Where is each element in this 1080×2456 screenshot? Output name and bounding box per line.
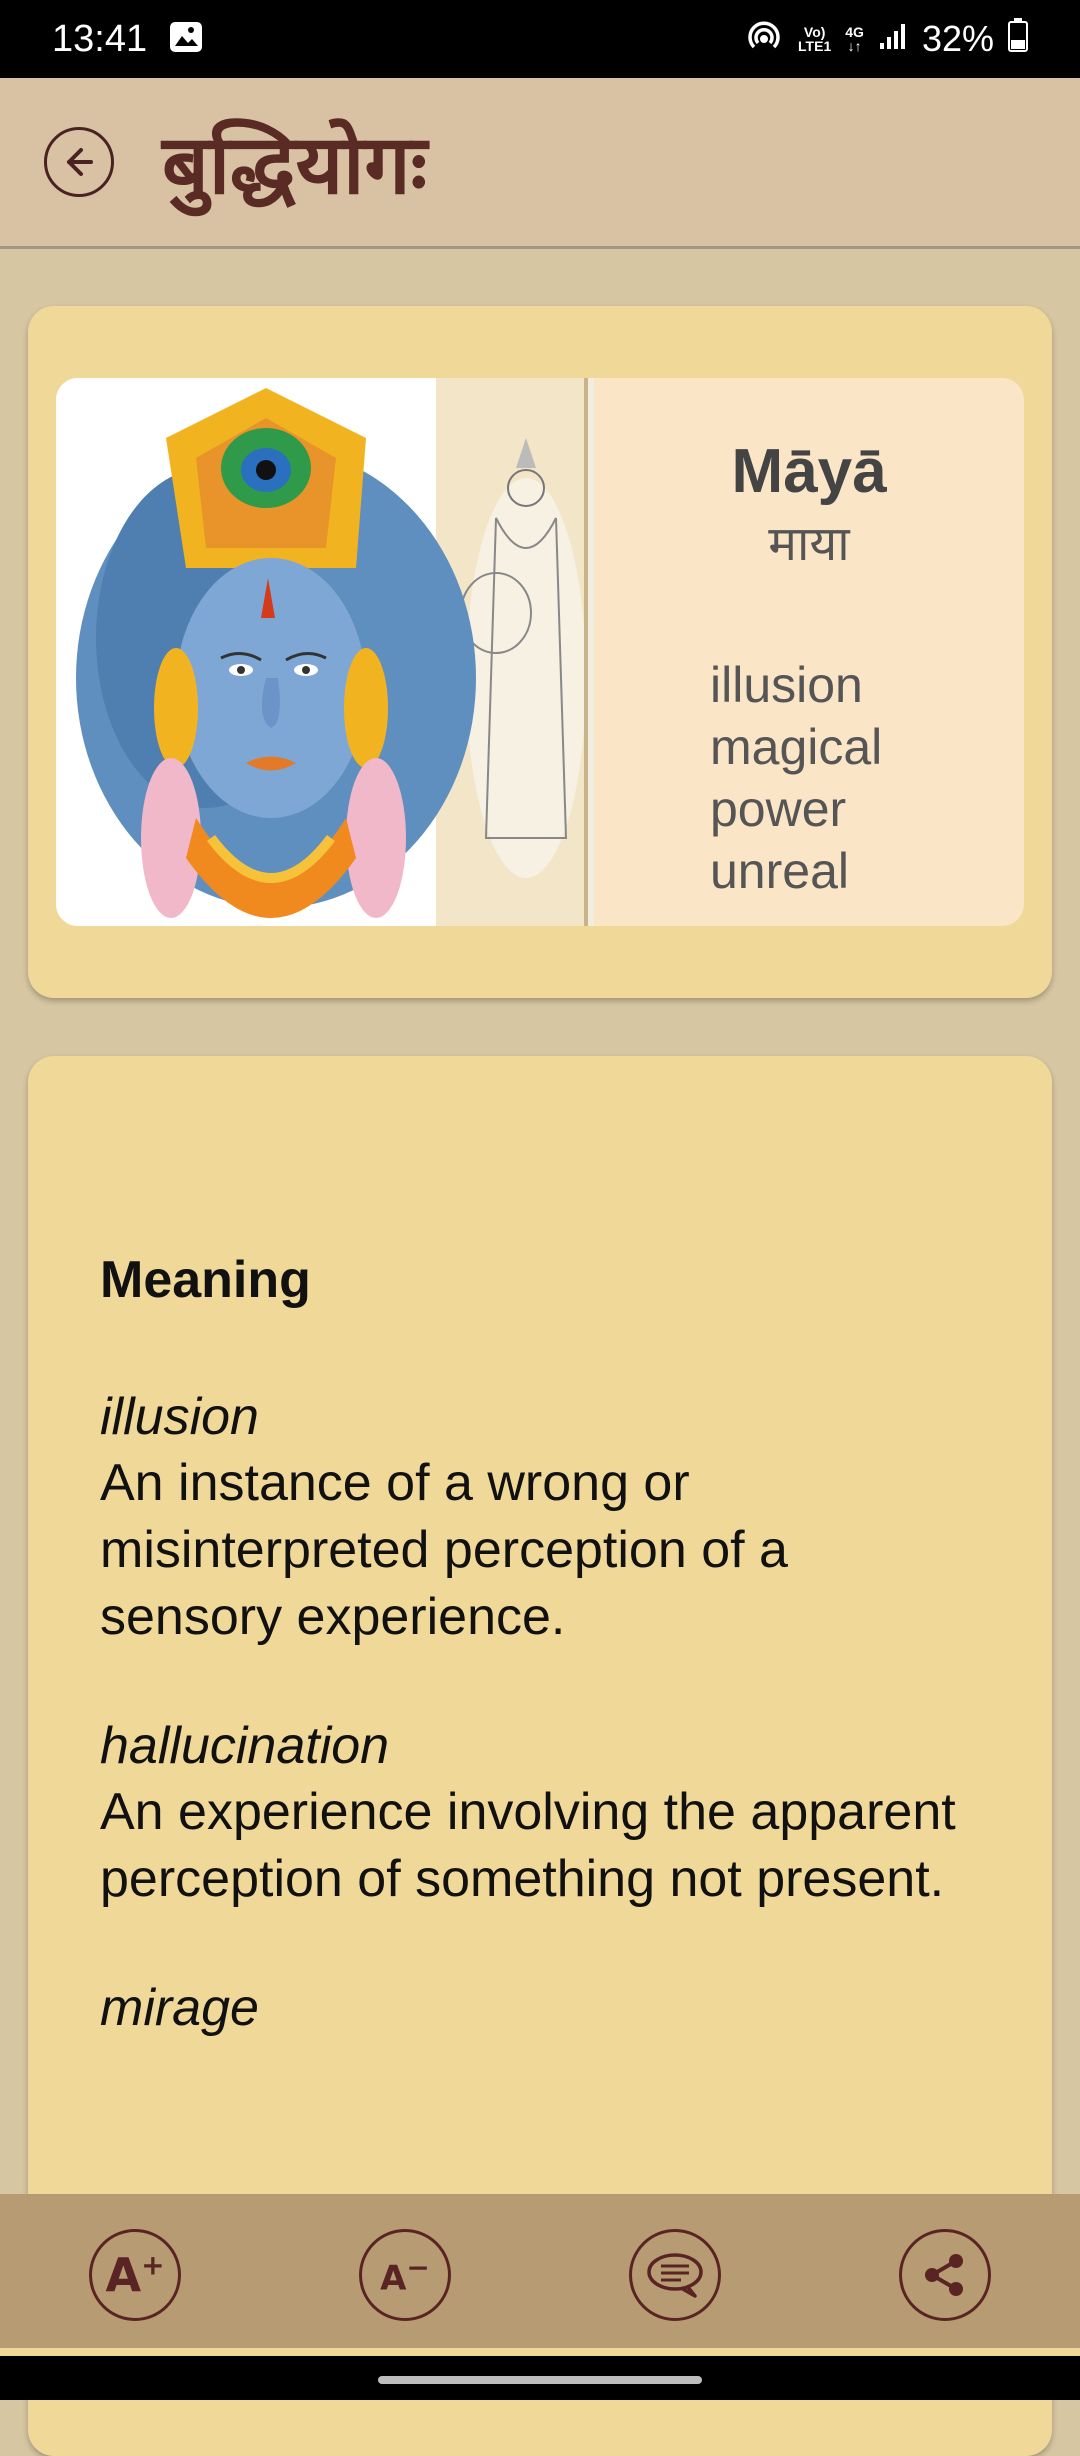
entry-term: illusion <box>100 1388 259 1446</box>
volte-bottom-text: LTE1 <box>798 38 832 54</box>
meaning-entry: hallucination An experience involving th… <box>100 1713 980 1913</box>
entry-term: mirage <box>100 1979 259 2037</box>
battery-icon <box>1008 17 1028 61</box>
network-type-text: 4G <box>845 24 864 40</box>
volte-top-text: Vo) <box>803 24 826 40</box>
word-devanagari: माया <box>768 516 850 572</box>
word-panel: Māyā माया illusion magical power unreal <box>56 378 1024 926</box>
app-bar: बुद्धियोगः <box>0 78 1080 249</box>
word-glosses: illusion magical power unreal <box>710 654 1024 902</box>
gloss-item: illusion <box>710 657 863 713</box>
share-icon <box>925 2254 963 2296</box>
decrease-font-label: A <box>380 2258 407 2299</box>
status-time: 13:41 <box>52 17 148 60</box>
back-button[interactable] <box>44 127 114 197</box>
gloss-item: unreal <box>710 843 849 899</box>
chat-bubble-icon <box>647 2253 703 2298</box>
arrow-left-icon <box>67 148 93 176</box>
gloss-item: magical power <box>710 719 883 837</box>
meaning-heading: Meaning <box>100 1251 311 1309</box>
font-increase-icon: A+ <box>105 2248 165 2302</box>
font-decrease-icon: A− <box>380 2251 430 2299</box>
increase-font-button[interactable]: A+ <box>89 2229 181 2321</box>
meaning-entry: mirage <box>100 1975 980 2041</box>
entry-definition: An instance of a wrong or misinterpreted… <box>100 1454 788 1646</box>
home-gesture-handle[interactable] <box>378 2376 702 2384</box>
gallery-notification-icon <box>169 21 203 58</box>
increase-font-label: A <box>105 2248 142 2302</box>
entry-term: hallucination <box>100 1717 390 1775</box>
meaning-entry: illusion An instance of a wrong or misin… <box>100 1384 980 1651</box>
volte-indicator: Vo) LTE1 <box>798 25 831 53</box>
network-type: 4G ↓↑ <box>845 25 864 53</box>
status-bar: 13:41 Vo) LTE1 4G ↓↑ 32% <box>0 0 1080 78</box>
battery-percent: 32% <box>921 18 994 59</box>
signal-icon <box>878 18 908 60</box>
word-summary: Māyā माया illusion magical power unreal <box>594 378 1024 926</box>
comment-button[interactable] <box>629 2229 721 2321</box>
hotspot-icon <box>744 17 784 62</box>
bottom-toolbar: A+ A− <box>0 2194 1080 2356</box>
deity-illustration <box>56 378 588 926</box>
share-button[interactable] <box>899 2229 991 2321</box>
word-romanized: Māyā <box>731 437 887 506</box>
meaning-section: Meaning illusion An instance of a wrong … <box>100 1250 980 2103</box>
decrease-font-button[interactable]: A− <box>359 2229 451 2321</box>
entry-definition: An experience involving the apparent per… <box>100 1783 956 1908</box>
page-title: बुद्धियोगः <box>162 118 428 213</box>
data-arrows-icon: ↓↑ <box>847 38 862 54</box>
